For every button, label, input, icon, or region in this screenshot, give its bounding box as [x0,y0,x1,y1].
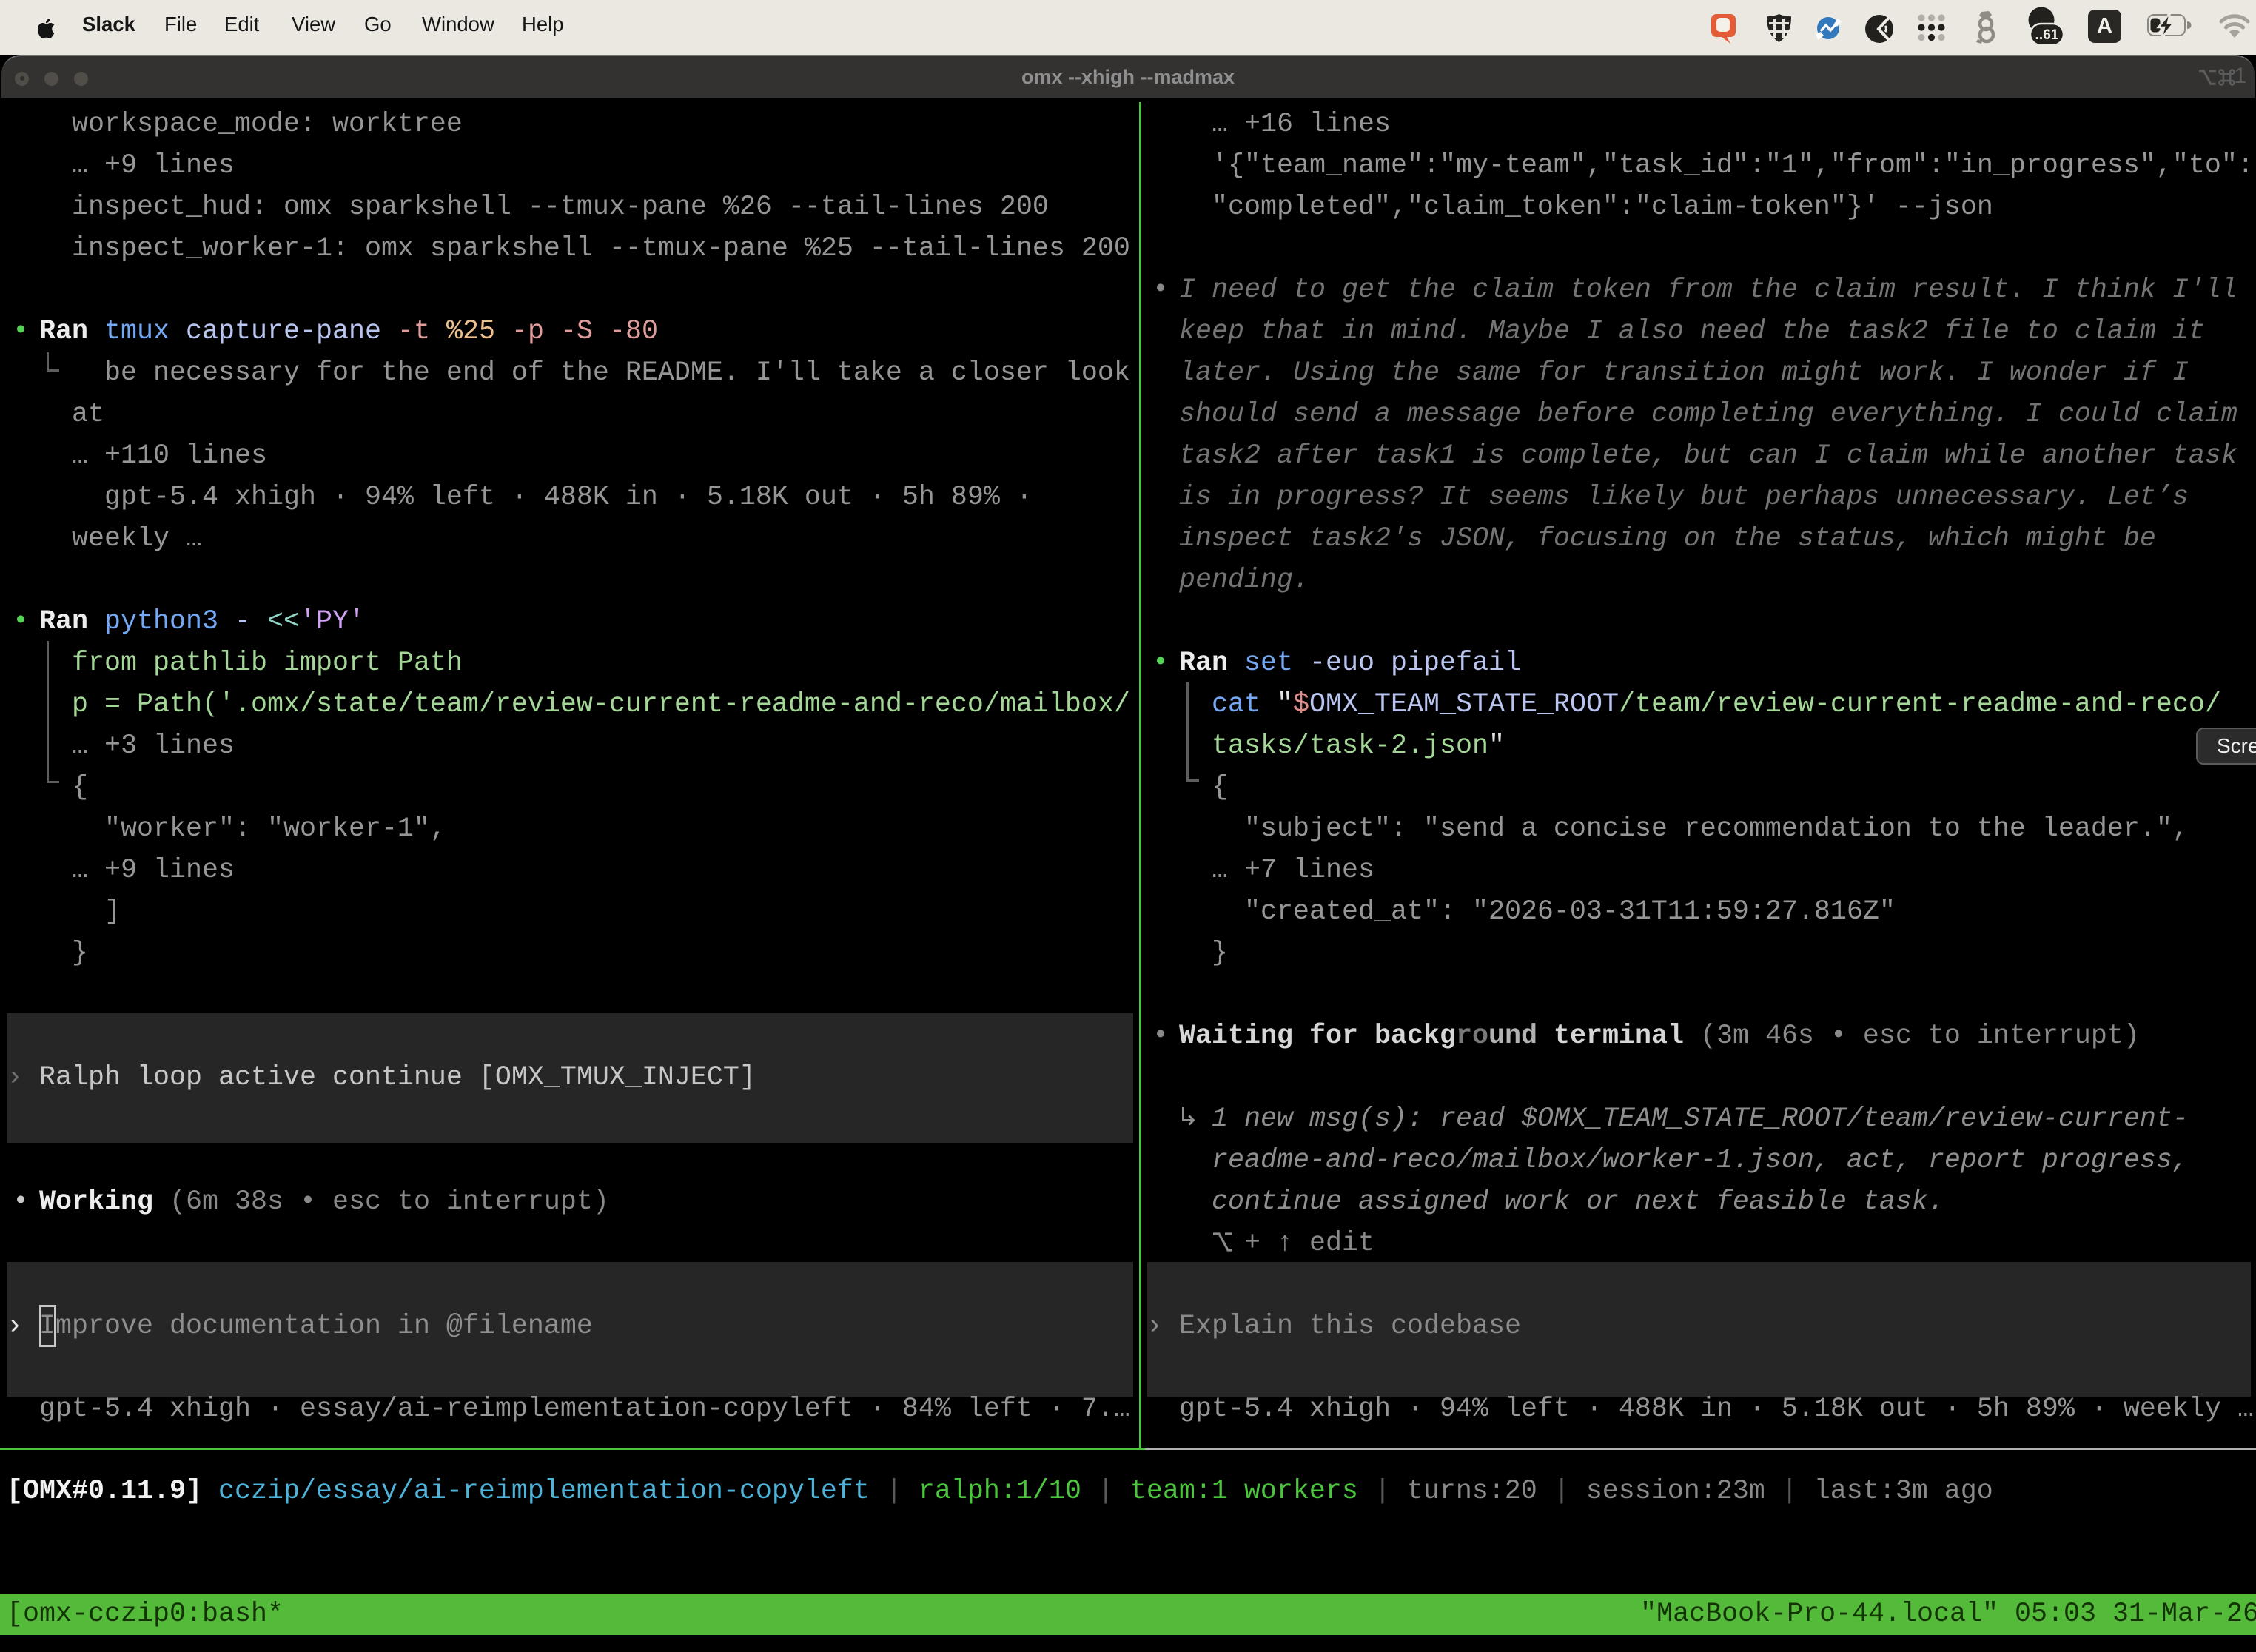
svg-text:..61: ..61 [2035,27,2059,43]
